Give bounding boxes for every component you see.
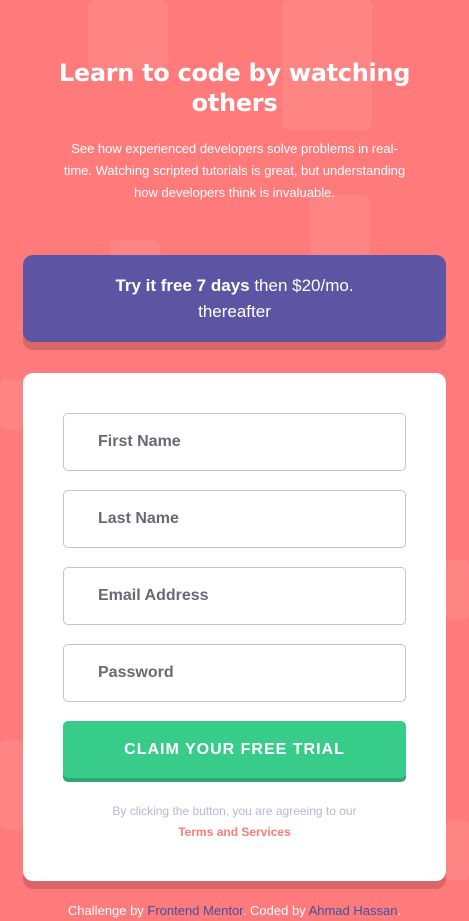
frontend-mentor-link[interactable]: Frontend Mentor: [147, 903, 242, 918]
terms-prefix: By clicking the button, you are agreeing…: [112, 804, 357, 818]
promo-banner: Try it free 7 days then $20/mo. thereaft…: [23, 255, 446, 342]
promo-banner-line1: Try it free 7 days then $20/mo.: [23, 273, 446, 299]
hero-description: See how experienced developers solve pro…: [20, 138, 449, 204]
bg-shape: [0, 380, 23, 430]
footer-coded-by: . Coded by: [242, 903, 309, 918]
hero-description-line1: See how experienced developers solve pro…: [71, 141, 398, 156]
attribution-footer: Challenge by Frontend Mentor. Coded by A…: [0, 901, 469, 921]
promo-banner-line2: thereafter: [198, 302, 271, 321]
footer-challenge-by: Challenge by: [67, 903, 148, 918]
claim-free-trial-button[interactable]: CLAIM YOUR FREE TRIAL: [63, 721, 406, 778]
signup-form: CLAIM YOUR FREE TRIAL By clicking the bu…: [23, 373, 446, 881]
promo-strong-text: Try it free 7 days: [115, 276, 250, 295]
first-name-field[interactable]: [63, 413, 406, 471]
last-name-field[interactable]: [63, 490, 406, 548]
bg-shape: [446, 560, 469, 620]
promo-rest-text: then $20/mo.: [249, 276, 354, 295]
email-field[interactable]: [63, 567, 406, 625]
page-title-line1: Learn to code by watching: [58, 59, 411, 87]
page-title: Learn to code by watching others: [0, 58, 469, 118]
password-field[interactable]: [63, 644, 406, 702]
footer-end: .: [397, 903, 402, 918]
bg-shape: [310, 195, 370, 255]
bg-shape: [446, 820, 469, 880]
hero-description-line2: time. Watching scripted tutorials is gre…: [63, 163, 406, 178]
terms-notice: By clicking the button, you are agreeing…: [63, 801, 406, 843]
page-title-line2: others: [191, 89, 278, 117]
author-link[interactable]: Ahmad Hassan: [309, 903, 398, 918]
bg-shape: [0, 740, 23, 830]
hero-description-line3: how developers think is invaluable.: [134, 185, 335, 200]
terms-link[interactable]: Terms and Services: [178, 825, 291, 839]
